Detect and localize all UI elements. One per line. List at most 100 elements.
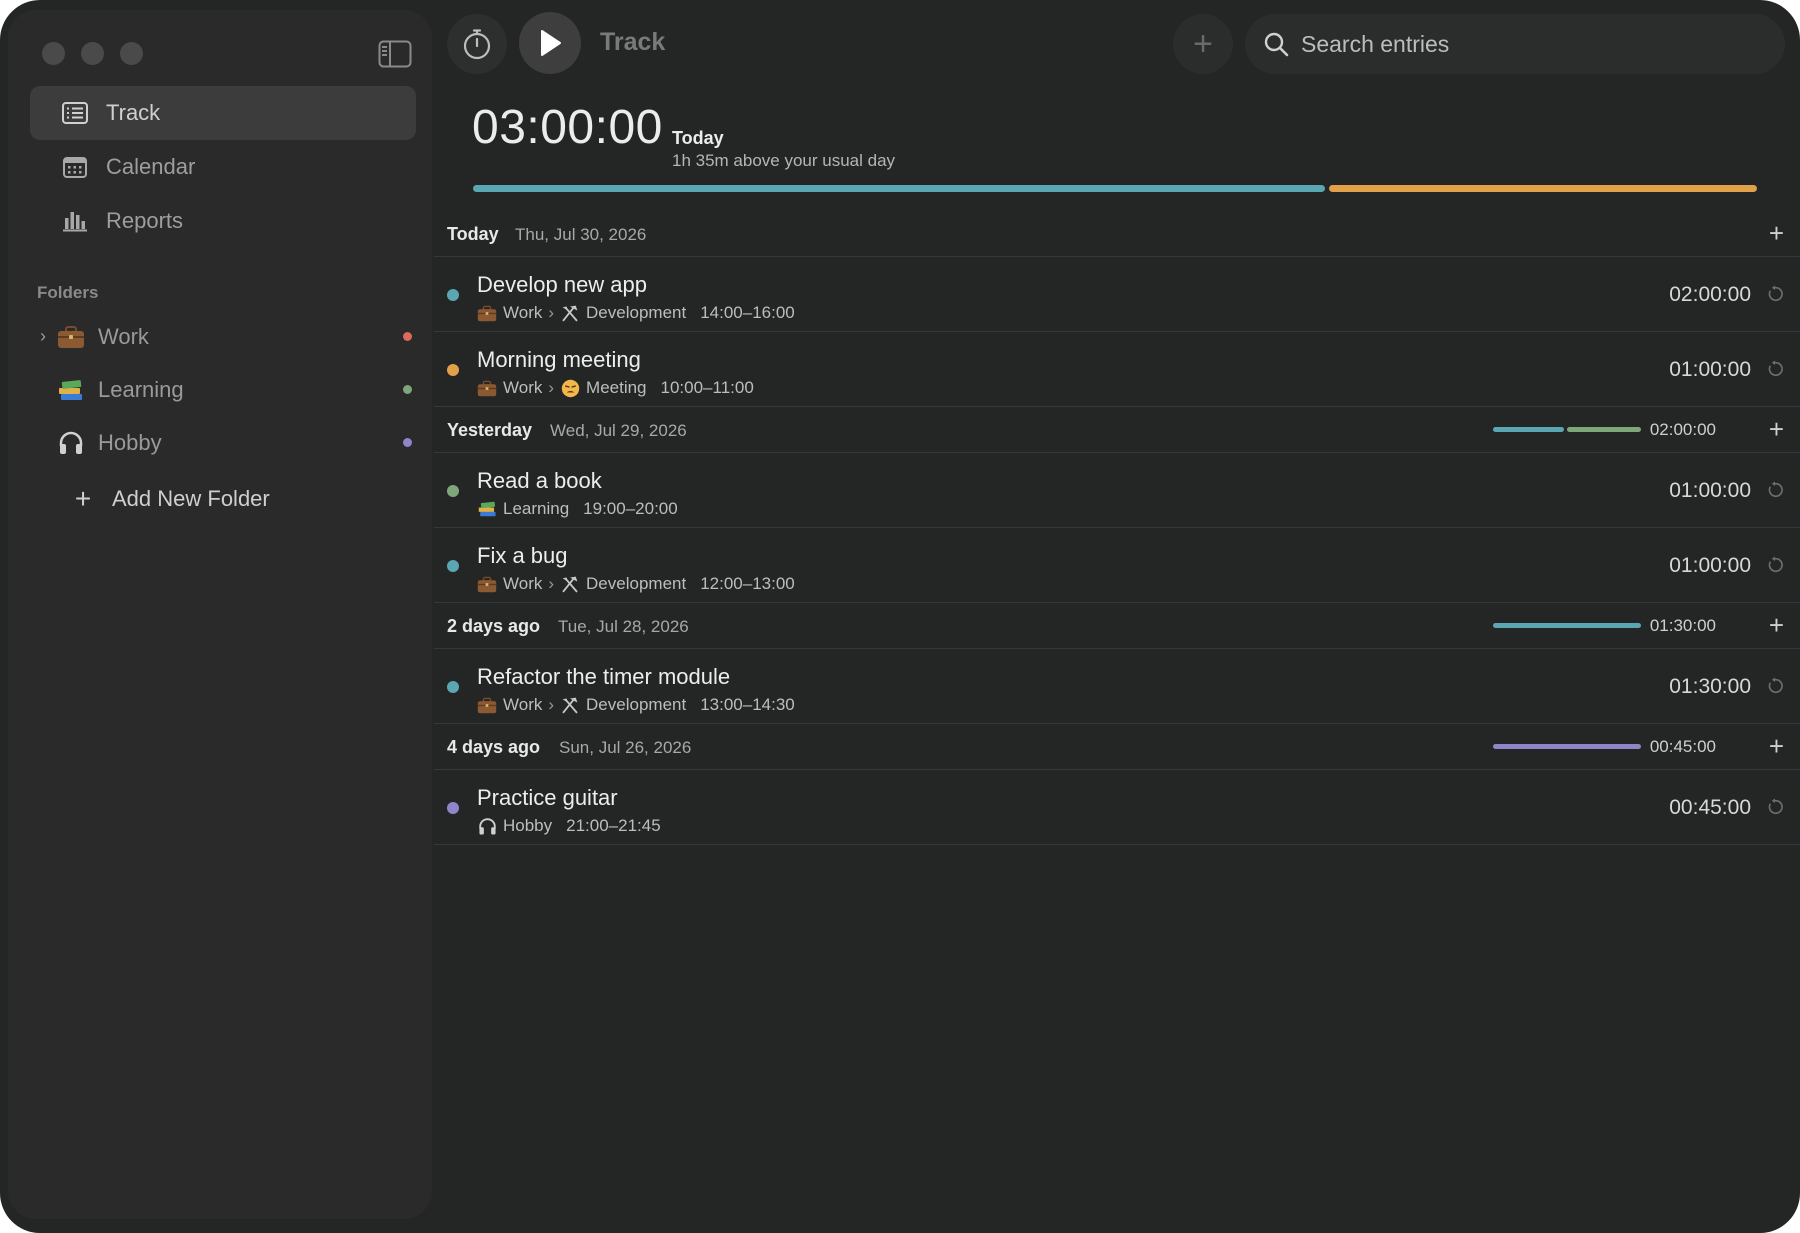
entry-meta: Work › Development 13:00–14:30 (477, 695, 795, 715)
time-entry[interactable]: Refactor the timer module Work › Developmen… (434, 649, 1800, 724)
progress-segment (1493, 744, 1641, 749)
restart-icon[interactable] (1764, 554, 1786, 576)
chevron-right-icon: › (548, 303, 555, 322)
play-icon (541, 30, 561, 56)
daily-progress-bar (473, 185, 1757, 192)
entry-folder: Work (503, 695, 543, 714)
restart-icon[interactable] (1764, 796, 1786, 818)
day-date: Sun, Jul 26, 2026 (559, 738, 692, 757)
sidebar-item-label: Calendar (106, 154, 196, 179)
sidebar-item-label: Track (106, 100, 161, 125)
entry-folder: Work (503, 378, 543, 397)
folders-heading: Folders (37, 283, 99, 302)
progress-segment (1567, 427, 1641, 432)
sidebar: Track Calendar Reports Folders › Work Le… (8, 10, 432, 1219)
sidebar-item-reports[interactable]: Reports (30, 194, 416, 248)
day-date: Thu, Jul 30, 2026 (515, 225, 647, 244)
sidebar-item-calendar[interactable]: Calendar (30, 140, 416, 194)
day-total: 01:30:00 (1649, 616, 1716, 635)
time-entry[interactable]: Practice guitar Hobby 21:00–21:45 00:45:00 (434, 770, 1800, 845)
hammer-wrench-icon (560, 575, 580, 593)
sidebar-nav: Track Calendar Reports (30, 86, 416, 248)
entry-subfolder: Development (586, 695, 687, 714)
add-new-folder-button[interactable]: + Add New Folder (30, 472, 270, 526)
entry-title: Fix a bug (477, 543, 568, 568)
entry-folder: Learning (503, 499, 570, 518)
close-window-button[interactable] (42, 42, 65, 65)
folder-label: Hobby (98, 429, 162, 455)
entry-title: Morning meeting (477, 347, 641, 372)
plus-icon: + (74, 483, 92, 514)
minimize-window-button[interactable] (81, 42, 104, 65)
day-progress-bar (1493, 427, 1641, 432)
restart-icon[interactable] (1764, 675, 1786, 697)
start-timer-button[interactable] (519, 12, 581, 74)
entry-duration: 01:30:00 (1669, 675, 1751, 698)
entry-color-dot (447, 289, 459, 301)
plus-icon: + (1193, 24, 1213, 63)
briefcase-icon (477, 575, 497, 593)
grimace-emoji-icon (560, 379, 580, 397)
restart-icon[interactable] (1764, 283, 1786, 305)
progress-segment (473, 185, 1326, 192)
stopwatch-button[interactable] (447, 14, 507, 74)
day-label: Today (447, 224, 499, 244)
day-progress-bar (1493, 623, 1641, 628)
sidebar-item-track[interactable]: Track (30, 86, 416, 140)
add-entry-to-day-button[interactable]: + (1769, 414, 1784, 445)
folder-color-dot (403, 385, 412, 394)
daily-total-time: 03:00:00 (472, 101, 663, 154)
time-entry[interactable]: Morning meeting Work › Meeting 10:00–11:00 01… (434, 332, 1800, 407)
sidebar-toggle-icon[interactable] (378, 40, 412, 68)
hammer-wrench-icon (560, 304, 580, 322)
day-label: Yesterday (447, 420, 533, 440)
calendar-icon (62, 154, 88, 180)
time-entry[interactable]: Develop new app Work › Development 14:00–16:… (434, 257, 1800, 332)
folder-list: › Work Learning Hobby (30, 310, 416, 469)
zoom-window-button[interactable] (120, 42, 143, 65)
entry-meta: Hobby 21:00–21:45 (477, 816, 661, 836)
day-total: 00:45:00 (1649, 737, 1716, 756)
time-entry[interactable]: Read a book Learning 19:00–20:00 01:00:00 (434, 453, 1800, 528)
progress-segment (1493, 427, 1564, 432)
day-label: 2 days ago (447, 616, 541, 636)
add-entry-button[interactable]: + (1173, 14, 1233, 74)
folder-label: Work (98, 323, 149, 349)
time-entry[interactable]: Fix a bug Work › Development 12:00–13:00 01:0… (434, 528, 1800, 603)
entry-time-range: 10:00–11:00 (660, 378, 754, 397)
entry-time-range: 14:00–16:00 (700, 303, 795, 322)
folder-item-learning[interactable]: Learning (30, 363, 416, 416)
entry-color-dot (447, 485, 459, 497)
day-header: 2 days ago Tue, Jul 28, 2026 01:30:00 + (434, 603, 1800, 649)
entry-duration: 01:00:00 (1669, 554, 1751, 577)
restart-icon[interactable] (1764, 479, 1786, 501)
chevron-right-icon: › (548, 574, 555, 593)
books-icon (477, 500, 497, 518)
bar-chart-icon (62, 208, 88, 234)
add-entry-to-day-button[interactable]: + (1769, 610, 1784, 641)
entry-meta: Work › Development 14:00–16:00 (477, 303, 795, 323)
add-entry-to-day-button[interactable]: + (1769, 731, 1784, 762)
entry-meta: Work › Development 12:00–13:00 (477, 574, 795, 594)
folder-color-dot (403, 332, 412, 341)
entry-subfolder: Meeting (586, 378, 647, 397)
search-input[interactable] (1301, 30, 1761, 58)
restart-icon[interactable] (1764, 358, 1786, 380)
entry-subfolder: Development (586, 303, 687, 322)
day-date: Wed, Jul 29, 2026 (550, 421, 687, 440)
folder-item-work[interactable]: › Work (30, 310, 416, 363)
day-header: Today Thu, Jul 30, 2026 + (434, 211, 1800, 257)
chevron-right-icon[interactable]: › (40, 326, 46, 347)
entry-time-range: 21:00–21:45 (566, 816, 661, 835)
day-total: 02:00:00 (1649, 420, 1716, 439)
day-header: Yesterday Wed, Jul 29, 2026 02:00:00 + (434, 407, 1800, 453)
day-header: 4 days ago Sun, Jul 26, 2026 00:45:00 + (434, 724, 1800, 770)
summary-comparison: 1h 35m above your usual day (672, 151, 896, 170)
folder-color-dot (403, 438, 412, 447)
add-entry-to-day-button[interactable]: + (1769, 218, 1784, 249)
entry-duration: 01:00:00 (1669, 479, 1751, 502)
briefcase-icon (57, 323, 85, 351)
entry-meta: Work › Meeting 10:00–11:00 (477, 378, 754, 398)
folder-item-hobby[interactable]: Hobby (30, 416, 416, 469)
entry-title: Read a book (477, 468, 602, 493)
